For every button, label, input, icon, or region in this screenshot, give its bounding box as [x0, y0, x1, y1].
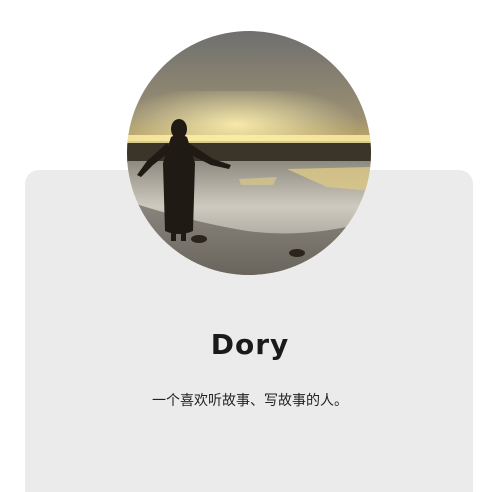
profile-name: Dory	[210, 328, 290, 361]
profile-page: Dory 一个喜欢听故事、写故事的人。	[0, 0, 500, 492]
avatar[interactable]	[127, 31, 371, 275]
profile-bio: 一个喜欢听故事、写故事的人。	[152, 393, 348, 409]
avatar-photo	[127, 31, 371, 275]
